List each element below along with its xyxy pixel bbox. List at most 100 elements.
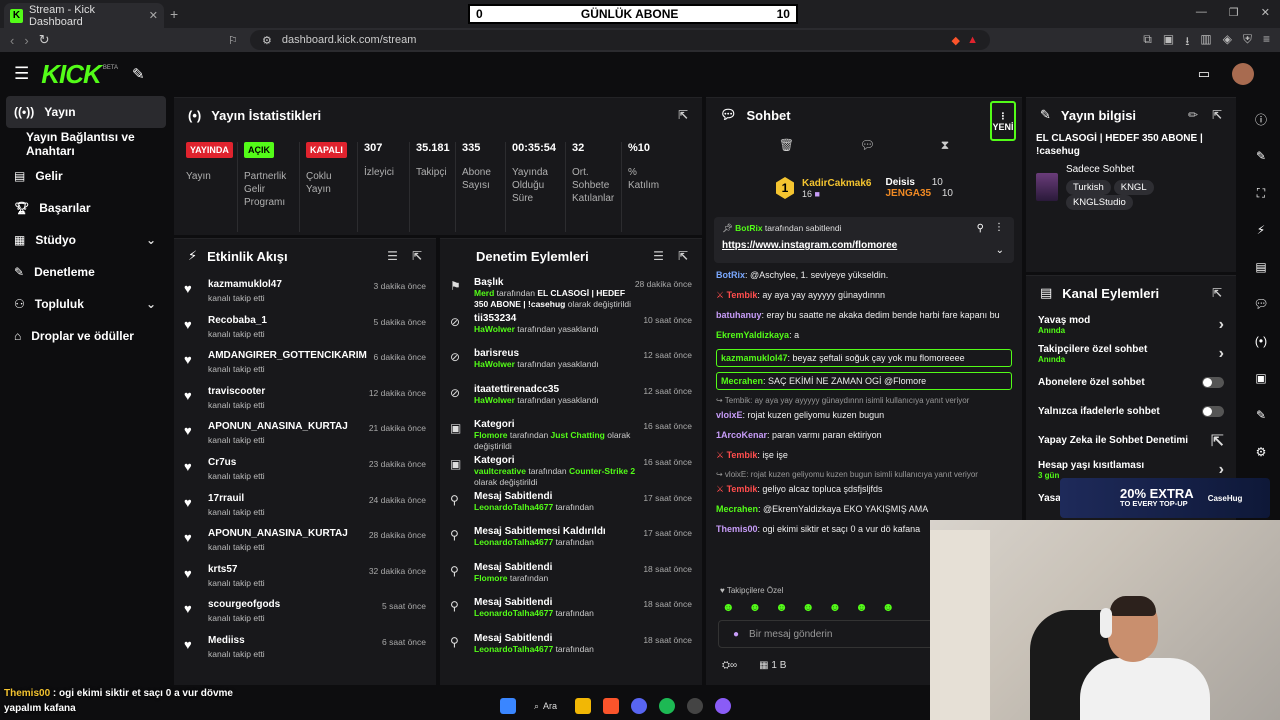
- moderation-item[interactable]: ⊘ tii353234 HaWolwer tarafından yasaklandı…: [440, 309, 702, 345]
- moderator-name[interactable]: HaWolwer: [474, 324, 515, 334]
- chat-username[interactable]: Mecrahen: [721, 376, 763, 386]
- broadcast-icon[interactable]: (•): [1250, 329, 1272, 353]
- moderator-name[interactable]: HaWolwer: [474, 395, 515, 405]
- category-name[interactable]: Sadece Sohbet: [1066, 164, 1226, 175]
- chat-username[interactable]: vloixE: [716, 410, 743, 420]
- hourglass-icon[interactable]: ⧗: [941, 138, 949, 153]
- chat-username[interactable]: Tembik: [727, 450, 758, 460]
- channel-action-item[interactable]: Yapay Zeka ile Sohbet Denetimi ⇱: [1026, 426, 1236, 455]
- download-icon[interactable]: ⭳: [1185, 32, 1189, 53]
- browser-tab[interactable]: K Stream - Kick Dashboard ✕: [4, 3, 164, 28]
- emote-icon[interactable]: ☻: [775, 600, 788, 614]
- activity-username[interactable]: traviscooter: [208, 386, 369, 397]
- pinned-by-user[interactable]: BotRix: [735, 223, 762, 233]
- settings-icon[interactable]: ⚙: [1250, 440, 1272, 464]
- brave-shield-icon[interactable]: ◆: [952, 34, 960, 47]
- close-tab-icon[interactable]: ✕: [149, 9, 158, 22]
- sidebar-item-topluluk[interactable]: ⚇ Topluluk ⌄: [0, 288, 172, 320]
- moderator-name[interactable]: HaWolwer: [474, 359, 515, 369]
- card-icon[interactable]: ▣: [1250, 366, 1272, 390]
- moderator-name[interactable]: LeonardoTalha4677: [474, 502, 553, 512]
- emote-icon[interactable]: ☻: [802, 600, 815, 614]
- close-window-icon[interactable]: ✕: [1261, 6, 1270, 19]
- channel-action-item[interactable]: Takipçilere özel sohbet Anında ›: [1026, 339, 1236, 368]
- forward-icon[interactable]: ›: [24, 33, 28, 48]
- popout-icon[interactable]: ⇱: [1212, 286, 1222, 300]
- taskbar-search[interactable]: ⌕ Ara: [528, 701, 563, 712]
- discord-icon[interactable]: [631, 698, 648, 714]
- activity-username[interactable]: kazmamuklol47: [208, 279, 374, 290]
- reload-icon[interactable]: ↻: [39, 32, 50, 48]
- bookmark-icon[interactable]: ⚐: [228, 34, 238, 47]
- tools-icon[interactable]: ✎: [132, 65, 145, 83]
- activity-username[interactable]: scourgeofgods: [208, 599, 382, 610]
- chat-icon[interactable]: 💬︎: [1250, 292, 1272, 316]
- activity-username[interactable]: AMDANGIRER_GOTTENCIKARIM: [208, 350, 374, 361]
- emote-icon[interactable]: ☻: [829, 600, 842, 614]
- popout-icon[interactable]: ⇱: [412, 249, 422, 263]
- chat-username[interactable]: EkremYaldizkaya: [716, 330, 789, 340]
- new-tab-icon[interactable]: +: [170, 6, 178, 22]
- emote-icon[interactable]: ☻: [855, 600, 868, 614]
- extensions-icon[interactable]: ⧉: [1143, 32, 1152, 53]
- unpin-icon[interactable]: ⚲: [977, 223, 984, 234]
- site-info-icon[interactable]: ⚙: [262, 34, 272, 47]
- brave-icon[interactable]: [603, 698, 620, 714]
- toggle-switch[interactable]: [1202, 377, 1224, 388]
- chat-username[interactable]: Themis00: [716, 524, 758, 534]
- activity-username[interactable]: Mediiss: [208, 635, 382, 646]
- sidebar-icon[interactable]: ▥: [1200, 32, 1211, 53]
- activity-username[interactable]: APONUN_ANASINA_KURTAJ: [208, 528, 369, 539]
- lightning-icon[interactable]: ⚡︎: [1250, 218, 1272, 242]
- activity-username[interactable]: Recobaba_1: [208, 315, 374, 326]
- moderator-name[interactable]: LeonardoTalha4677: [474, 608, 553, 618]
- second-gifter-name[interactable]: Deisis: [885, 177, 914, 188]
- activity-item[interactable]: ♥ traviscooter kanalı takip etti 12 dakika …: [174, 380, 436, 416]
- microphone-icon[interactable]: ●: [733, 629, 739, 640]
- external-link-icon[interactable]: ⇱: [1211, 431, 1224, 451]
- emote-icon[interactable]: ☻: [749, 600, 762, 614]
- pencil-icon[interactable]: ✎: [1250, 144, 1272, 168]
- tag[interactable]: KNGL: [1113, 180, 1154, 195]
- moderator-name[interactable]: LeonardoTalha4677: [474, 537, 553, 547]
- moderation-item[interactable]: ⚲ Mesaj Sabitlendi LeonardoTalha4677 taraf…: [440, 487, 702, 523]
- sidebar-item-yayin[interactable]: ((•)) Yayın: [6, 96, 166, 128]
- wrench-icon[interactable]: ✎: [1250, 403, 1272, 427]
- activity-item[interactable]: ♥ scourgeofgods kanalı takip etti 5 saat ön…: [174, 593, 436, 629]
- activity-item[interactable]: ♥ AMDANGIRER_GOTTENCIKARIM kanalı takip et…: [174, 344, 436, 380]
- url-field[interactable]: ⚐ ⚙ dashboard.kick.com/stream ◆ ▲: [228, 30, 990, 50]
- moderation-item[interactable]: ▣ Kategori Flomore tarafından Just Chattin…: [440, 415, 702, 451]
- brave-rewards-icon[interactable]: ▲: [967, 34, 978, 46]
- moderator-name[interactable]: LeonardoTalha4677: [474, 644, 553, 654]
- back-icon[interactable]: ‹: [10, 33, 14, 48]
- moderation-item[interactable]: ⚑ Başlık Merd tarafından EL CLASOGİ | HEDE…: [440, 273, 702, 309]
- file-explorer-icon[interactable]: [575, 698, 592, 714]
- activity-item[interactable]: ♥ 17rrauil kanalı takip etti 24 dakika önce: [174, 487, 436, 523]
- activity-username[interactable]: krts57: [208, 564, 369, 575]
- activity-item[interactable]: ♥ APONUN_ANASINA_KURTAJ kanalı takip etti 2…: [174, 522, 436, 558]
- moderation-item[interactable]: ⚲ Mesaj Sabitlendi LeonardoTalha4677 taraf…: [440, 593, 702, 629]
- app-icon[interactable]: [687, 698, 704, 714]
- activity-item[interactable]: ♥ Mediiss kanalı takip etti 6 saat önce: [174, 629, 436, 665]
- info-icon[interactable]: ⓘ: [1250, 107, 1272, 131]
- moderator-name[interactable]: vaultcreative: [474, 466, 526, 476]
- scissors-icon[interactable]: ⛶: [1250, 181, 1272, 205]
- activity-item[interactable]: ♥ APONUN_ANASINA_KURTAJ kanalı takip etti 2…: [174, 415, 436, 451]
- moderation-item[interactable]: ⊘ barisreus HaWolwer tarafından yasaklandı…: [440, 344, 702, 380]
- activity-item[interactable]: ♥ krts57 kanalı takip etti 32 dakika önce: [174, 558, 436, 594]
- menu-icon[interactable]: ≡: [1263, 32, 1270, 53]
- expand-icon[interactable]: ⌄: [996, 245, 1004, 256]
- chat-username[interactable]: Tembik: [727, 290, 758, 300]
- screenshot-icon[interactable]: ▣: [1163, 32, 1174, 53]
- moderation-item[interactable]: ⊘ itaatettirenadcc35 HaWolwer tarafından y…: [440, 380, 702, 416]
- edit-icon[interactable]: ✏︎: [1188, 108, 1198, 122]
- pinned-link[interactable]: https://www.instagram.com/flomoree: [722, 240, 1006, 251]
- channel-action-item[interactable]: Abonelere özel sohbet: [1026, 368, 1236, 397]
- wallet-icon[interactable]: ◈: [1223, 32, 1232, 53]
- kick-logo[interactable]: KICK: [41, 59, 102, 90]
- chevron-right-icon[interactable]: ›: [1219, 345, 1224, 363]
- activity-item[interactable]: ♥ Recobaba_1 kanalı takip etti 5 dakika önc…: [174, 309, 436, 345]
- avatar[interactable]: [1232, 63, 1254, 85]
- sidebar-item-basarilar[interactable]: 🏆︎ Başarılar: [0, 192, 172, 224]
- preview-icon[interactable]: ▭: [1198, 66, 1210, 82]
